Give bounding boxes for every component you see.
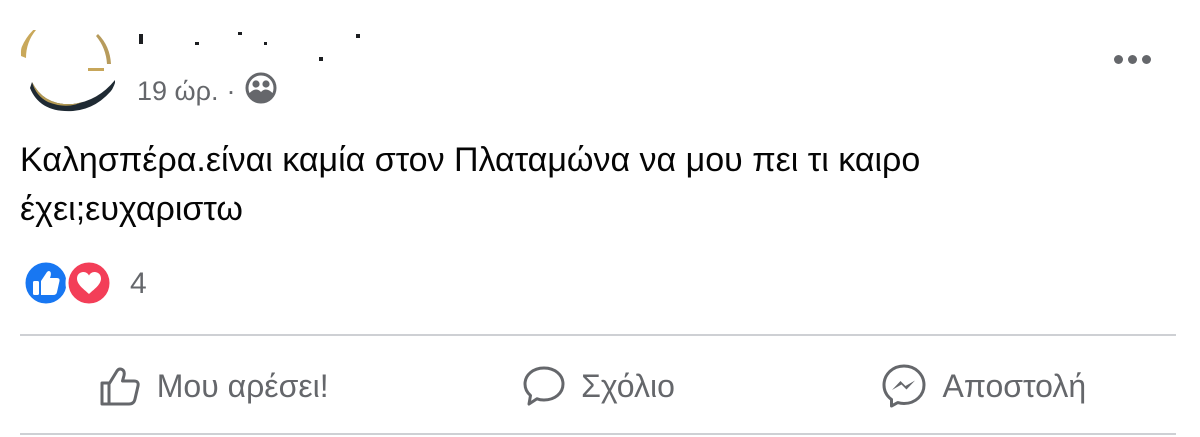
comment-icon — [521, 363, 567, 409]
more-options-icon[interactable] — [1108, 44, 1156, 74]
like-icon — [22, 259, 70, 312]
post-meta: 19 ώρ. · — [137, 72, 277, 110]
author-name[interactable] — [136, 22, 376, 62]
post-text-line: έχει;ευχαριστω — [20, 190, 243, 228]
divider-top — [20, 334, 1176, 336]
post-actions: Μου αρέσει! Σχόλιο Αποστολή — [20, 340, 1176, 432]
author-avatar[interactable] — [18, 16, 118, 116]
divider-bottom — [20, 433, 1176, 435]
meta-separator: · — [226, 75, 236, 106]
post-timestamp[interactable]: 19 ώρ. — [137, 76, 218, 107]
post-text-line: Καλησπέρα.είναι καμία στον Πλαταμώνα να … — [20, 141, 921, 179]
comment-button[interactable]: Σχόλιο — [405, 340, 790, 432]
post-text: Καλησπέρα.είναι καμία στον Πλαταμώνα να … — [20, 136, 1170, 234]
messenger-icon — [880, 362, 928, 410]
like-button[interactable]: Μου αρέσει! — [20, 340, 405, 432]
love-icon — [65, 259, 113, 312]
send-label: Αποστολή — [942, 367, 1087, 404]
comment-label: Σχόλιο — [581, 367, 675, 404]
send-button[interactable]: Αποστολή — [791, 340, 1176, 432]
friends-icon[interactable] — [245, 72, 277, 111]
reactions-summary[interactable]: 4 — [22, 258, 147, 310]
like-label: Μου αρέσει! — [156, 367, 329, 404]
thumbs-up-icon — [97, 363, 143, 409]
reaction-count[interactable]: 4 — [130, 267, 147, 301]
